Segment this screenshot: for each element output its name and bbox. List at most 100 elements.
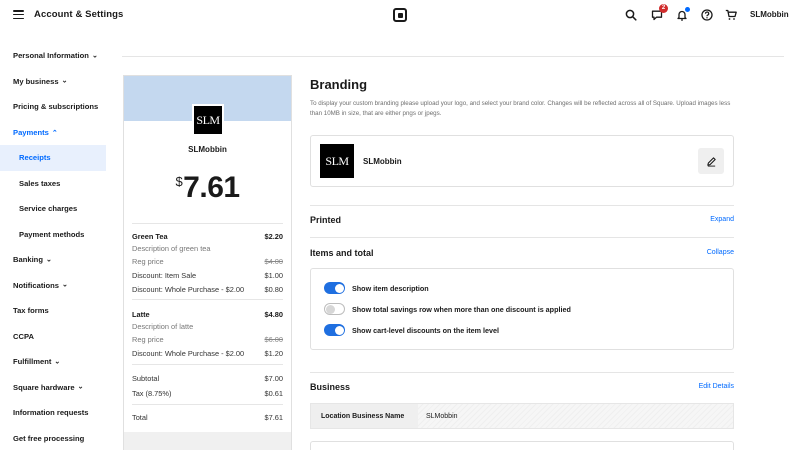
toggle-label: Show total savings row when more than on… [352,304,571,314]
sidebar-item-payment-methods[interactable]: Payment methods [0,222,106,248]
cart-icon[interactable] [725,9,737,21]
currency-symbol: $ [175,174,183,189]
edit-branding-button[interactable] [698,148,724,174]
chevron-down-icon: ⌄ [54,358,61,366]
sidebar-item-service-charges[interactable]: Service charges [0,196,106,222]
sidebar-item-label: Payment methods [19,229,85,239]
receipt-item-description: Description of latte [132,322,283,331]
toggle-show-item-description[interactable]: Show item description [324,282,429,294]
sidebar-item-banking[interactable]: Banking ⌄ [0,247,106,273]
discount-value: $1.00 [264,271,284,280]
tax-label: Tax (8.75%) [132,389,172,398]
tax-value: $0.61 [264,389,284,398]
subtotal-label: Subtotal [132,374,160,383]
sidebar-item-label: Tax forms [13,306,49,316]
user-name[interactable]: SLMobbin [750,10,789,19]
edit-details-link[interactable]: Edit Details [699,383,734,390]
help-icon[interactable] [701,9,713,21]
discount-value: $1.20 [264,349,284,358]
item-description: Description of green tea [132,244,211,253]
chevron-up-icon: ⌃ [51,130,58,138]
square-logo-icon[interactable] [393,8,407,22]
chevron-down-icon: ⌄ [61,77,68,85]
branding-description: To display your custom branding please u… [310,100,731,117]
receipt-subtotal-row: Subtotal $7.00 [132,374,283,383]
menu-icon[interactable] [13,10,24,19]
sidebar-item-square-hardware[interactable]: Square hardware ⌄ [0,375,106,401]
receipt-total-value: 7.61 [183,171,240,204]
sidebar-item-payments[interactable]: Payments ⌃ [0,120,106,146]
toggle-switch[interactable] [324,303,345,315]
chevron-down-icon: ⌄ [91,52,98,60]
toggle-switch[interactable] [324,324,345,336]
sidebar-item-label: Sales taxes [19,178,61,188]
receipt-item-description: Description of green tea [132,244,283,253]
sidebar-item-notifications[interactable]: Notifications ⌄ [0,273,106,299]
chevron-down-icon: ⌄ [45,256,52,264]
receipt-business-name: SLMobbin [188,145,227,154]
branding-title: Branding [310,77,368,92]
sidebar: Personal Information ⌄ My business ⌄ Prici… [0,43,106,450]
discount-value: $0.80 [264,285,284,294]
receipt-divider [132,364,283,365]
sidebar-item-label: Pricing & subscriptions [13,102,99,112]
sidebar-item-fulfillment[interactable]: Fulfillment ⌄ [0,349,106,375]
sidebar-item-label: Payments [13,127,49,137]
section-divider [310,237,734,238]
location-business-name-value: SLMobbin [418,404,733,428]
sidebar-item-ccpa[interactable]: CCPA [0,324,106,350]
sidebar-item-information-requests[interactable]: Information requests [0,400,106,426]
business-title: Business [310,382,351,392]
receipt-reg-price-row: Reg price $4.00 [132,257,283,266]
sidebar-item-my-business[interactable]: My business ⌄ [0,69,106,95]
sidebar-item-label: Square hardware [13,382,75,392]
reg-price-value: $6.00 [264,335,284,344]
items-total-title: Items and total [310,248,374,258]
receipt-business-logo: SLM [192,104,224,136]
sidebar-item-get-free-processing[interactable]: Get free processing [0,426,106,450]
business-name: SLMobbin [363,157,402,166]
section-divider [310,372,734,373]
sidebar-item-label: CCPA [13,331,34,341]
item-name: Green Tea [132,232,168,241]
receipt-divider [132,299,283,300]
receipt-preview: SLM SLMobbin $7.61 Green Tea $2.20 Descri… [123,75,292,450]
receipt-discount-row: Discount: Whole Purchase - $2.00 $0.80 [132,285,283,294]
search-icon[interactable] [625,9,637,21]
collapse-link[interactable]: Collapse [707,249,734,256]
discount-label: Discount: Item Sale [132,271,197,280]
toggle-label: Show cart-level discounts on the item le… [352,325,499,335]
chevron-down-icon: ⌄ [62,281,68,289]
notifications-icon[interactable] [676,7,690,21]
toggle-show-total-savings[interactable]: Show total savings row when more than on… [324,303,571,315]
sidebar-item-label: Personal Information [13,51,89,61]
location-business-name-row: Location Business Name SLMobbin [310,403,734,429]
total-value: $7.61 [264,413,284,422]
sidebar-item-label: Fulfillment [13,357,52,367]
item-description: Description of latte [132,322,194,331]
sidebar-item-tax-forms[interactable]: Tax forms [0,298,106,324]
toggle-switch[interactable] [324,282,345,294]
section-divider [310,205,734,206]
branding-card: SLM SLMobbin [310,135,734,187]
messages-icon[interactable]: 2 [651,4,668,21]
sidebar-item-label: My business [13,76,59,86]
toggle-show-cart-level-discounts[interactable]: Show cart-level discounts on the item le… [324,324,499,336]
sidebar-item-receipts[interactable]: Receipts [0,145,106,171]
receipt-map-image [124,432,291,450]
sidebar-item-label: Receipts [19,153,51,163]
discount-label: Discount: Whole Purchase - $2.00 [132,285,245,294]
sidebar-item-label: Information requests [13,408,89,418]
toggle-label: Show item description [352,283,429,293]
total-label: Total [132,413,148,422]
sidebar-item-pricing-subscriptions[interactable]: Pricing & subscriptions [0,94,106,120]
receipt-reg-price-row: Reg price $6.00 [132,335,283,344]
top-bar: Account & Settings 2 SLMobbin [0,0,800,30]
chevron-down-icon: ⌄ [77,383,84,391]
expand-link[interactable]: Expand [710,216,734,223]
reg-price-label: Reg price [132,257,164,266]
receipt-item-row: Latte $4.80 [132,310,283,319]
sidebar-item-sales-taxes[interactable]: Sales taxes [0,171,106,197]
sidebar-item-personal-information[interactable]: Personal Information ⌄ [0,43,106,69]
business-logo: SLM [320,144,354,178]
